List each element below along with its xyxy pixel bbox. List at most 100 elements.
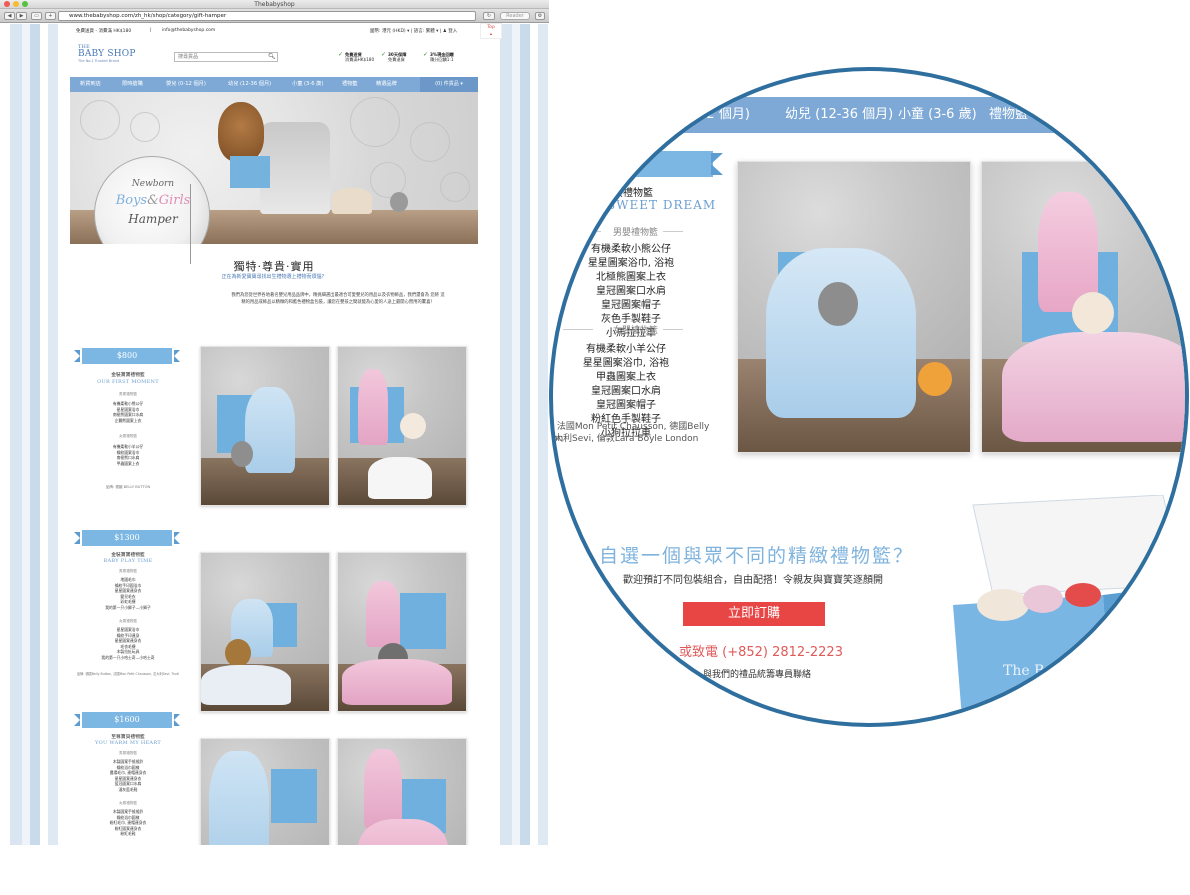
check-icon: ✓ [381, 51, 387, 58]
language-currency-login[interactable]: 國幣: 港元 (HKD) ▾ | 語言: 繁體 ▾ | ♟ 登入 [370, 28, 457, 34]
nav-baby[interactable]: 嬰兒 (0-12 個月) [166, 77, 206, 92]
price-ribbon: $1600 [74, 712, 180, 728]
price-ribbon: $800 [74, 348, 180, 364]
title-bar: Thebabyshop [0, 0, 549, 9]
settings-gear-icon[interactable]: ⚙ [535, 12, 545, 20]
page-content: 免費送貨 - 消費滿 HK$180 | info@thebabyshop.com… [70, 24, 478, 845]
hamper-section-1300: $1300 金裝寶寶禮物籃 BABY PLAY TIME 男嬰禮物籃 地圖毛巾條… [70, 526, 478, 712]
intro-text: 我們為您從世界各地著名嬰兒用品品牌中，精挑細選出最適合可愛嬰兒的用品以及衣物飾品… [231, 293, 445, 305]
hamper-english-title: BABY PLAY TIME [103, 558, 153, 564]
perk-free-shipping: ✓ 免費送貨 消費滿HK$180 [338, 51, 375, 63]
zoom-girl-hamper-label: 女嬰禮物籃 [613, 326, 659, 336]
girl-hamper-photo[interactable] [337, 738, 467, 845]
search-icon[interactable]: 🔍︎ [268, 52, 276, 62]
address-bar[interactable]: www.thebabyshop.com/zh_hk/shop/category/… [58, 11, 476, 21]
hero-toy [390, 192, 408, 212]
add-tab-icon[interactable]: + [45, 12, 56, 20]
check-icon: ✓ [338, 51, 344, 58]
zoom-hamper-title: 寶貝禮物籃 [603, 188, 653, 199]
phone-number[interactable]: 或致電 (+852) 2812-2223 [679, 641, 843, 660]
cart-button[interactable]: (0) 件貨品 ▾ [420, 77, 478, 92]
gift-box-image [230, 156, 270, 188]
check-icon: ✓ [423, 51, 429, 58]
zoom-boy-hamper-label: 男嬰禮物籃 [613, 228, 659, 238]
boy-hamper-photo[interactable] [200, 552, 330, 712]
custom-hamper-subtitle: 歡迎預訂不同包裝組合，自由配搭！令親友與寶寶笑逐顏開 [623, 575, 883, 586]
zoom-nav-gift-hamper[interactable]: 禮物籃 [989, 97, 1028, 133]
zoom-nav-baby[interactable]: 兒 (0-12 個月) [663, 97, 750, 133]
hero-banner: Newborn Boys&Girls Hamper [70, 92, 478, 244]
girl-item-list: 星星圖案浴巾 條紋手印連身 星星圖案連身衣 毛衣毛襪 木製拉扯玩具 我的第一只小哈士奇—小… [101, 627, 155, 660]
zoom-nav-kids[interactable]: 小童 (3-6 歲) [898, 97, 977, 133]
phone-separator-icon: | [150, 28, 152, 33]
free-shipping-notice: 免費送貨 - 消費滿 HK$180 [76, 29, 132, 34]
boy-hamper-photo[interactable] [200, 346, 330, 506]
zoom-magnifier: mper 兒 (0-12 個月) 幼兒 (12-36 個月) 小童 (3-6 歲… [549, 67, 1189, 727]
nav-new-arrivals[interactable]: 新貨到店 [80, 77, 101, 92]
zoom-boy-hamper-photo[interactable] [737, 161, 971, 453]
hamper-title: 金裝寶寶禮物籃 [111, 373, 145, 378]
boy-hamper-label: 男嬰禮物籃 [119, 392, 137, 396]
logo-tagline: The No.1 Trusted Brand [78, 59, 120, 63]
zoom-girl-hamper-photo[interactable] [981, 161, 1185, 453]
window-title: Thebabyshop [254, 1, 295, 8]
page-subheadline: 正在為新愛寶寶尋找出生禮物選上禮物而煩惱？ [221, 274, 327, 280]
zoom-brand-line2: 意大利Sevi, 倫敦Lara Boyle London [549, 434, 699, 444]
girl-hamper-photo[interactable] [337, 346, 467, 506]
nav-flash-sale[interactable]: 限時搶購 [122, 77, 143, 92]
hamper-title: 至尊寶貝禮物籃 [111, 735, 145, 740]
browser-window: Thebabyshop ◀ ▶ ▭ + www.thebabyshop.com/… [0, 0, 549, 845]
zoom-nav-toddler[interactable]: 幼兒 (12-36 個月) [785, 97, 893, 133]
contact-specialist-text: 與我們的禮品統籌專員聯絡 [703, 670, 812, 680]
zoom-content: mper 兒 (0-12 個月) 幼兒 (12-36 個月) 小童 (3-6 歲… [553, 71, 1185, 723]
nav-gift-hamper[interactable]: 禮物籃 [342, 77, 358, 92]
girl-item-list: 有機柔軟小羊公仔 條紋圖案浴巾 南極熊口水肩 甲蟲圖案上衣 [112, 444, 144, 466]
back-button[interactable]: ◀ [4, 12, 15, 20]
page-headline: 獨特·尊貴·實用 [233, 260, 315, 273]
browser-toolbar: ◀ ▶ ▭ + www.thebabyshop.com/zh_hk/shop/c… [0, 9, 549, 23]
nav-toddler[interactable]: 幼兒 (12-36 個月) [228, 77, 271, 92]
arrow-up-icon: ▴ [489, 32, 493, 37]
sidebar-icon[interactable]: ▭ [31, 12, 42, 20]
zoom-nav: 兒 (0-12 個月) 幼兒 (12-36 個月) 小童 (3-6 歲) 禮物籃 [553, 97, 1185, 133]
brand-line: 品牌: 德國 BELLY BUTTON [105, 485, 151, 489]
boy-hamper-photo[interactable] [200, 738, 330, 845]
hamper-english-title: OUR FIRST MOMENT [97, 379, 159, 385]
boy-item-list: 木製圖案手搖搖鈴 條紋浴巾圖樣 農場毛巾, 連帽連身衣 星星圖案連身衣 藍冠圖案口水肩淺… [109, 759, 147, 792]
girl-hamper-label: 女嬰禮物籃 [119, 434, 137, 438]
zoom-hamper-english-title: U SWEET DREAM [591, 198, 717, 212]
back-to-top-link[interactable]: Top ▴ [480, 23, 502, 39]
hamper-english-title: YOU WARM MY HEART [95, 740, 161, 746]
nav-kids[interactable]: 小童 (3-6 歲) [292, 77, 323, 92]
girl-hamper-label: 女嬰禮物籃 [119, 801, 137, 805]
open-gift-box-image: The Baby Shop [953, 495, 1184, 723]
box-brand-text: The Baby Shop [1003, 663, 1110, 679]
brand-line: 品牌: 德國Belly Button, 法國Mon Petit Chausson… [76, 672, 180, 676]
custom-hamper-title: 自選一個與眾不同的精緻禮物籃？ [599, 545, 915, 567]
hero-clothing [332, 188, 372, 214]
contact-email[interactable]: info@thebabyshop.com [162, 28, 215, 33]
composite-screenshot: Thebabyshop ◀ ▶ ▭ + www.thebabyshop.com/… [0, 0, 1190, 895]
reload-icon[interactable]: ↻ [483, 12, 495, 20]
perk-cashback: ✓ 3%現金回贈 積分回饋1:1 [423, 51, 454, 63]
reader-button[interactable]: Reader [500, 12, 530, 20]
teddy-bear-image [218, 102, 264, 162]
site-logo[interactable]: THE BABY SHOP The No.1 Trusted Brand [78, 45, 140, 67]
balloon-string [190, 184, 192, 264]
forward-button[interactable]: ▶ [16, 12, 27, 20]
nav-brands[interactable]: 精選品牌 [376, 77, 397, 92]
newborn-balloon: Newborn Boys&Girls Hamper [94, 156, 210, 244]
order-now-button[interactable]: 立即訂購 [683, 602, 825, 626]
girl-hamper-photo[interactable] [337, 552, 467, 712]
boy-hamper-label: 男嬰禮物籃 [119, 751, 137, 755]
main-nav: 新貨到店 限時搶購 嬰兒 (0-12 個月) 幼兒 (12-36 個月) 小童 … [70, 77, 478, 92]
boy-item-list: 地圖毛巾 條紋手印圖浴巾 星星圖案連身衣 嬰兒毛衣 彩虹毛襪 我的第一只小獅子—小獅子 [105, 577, 151, 610]
perk-30-day: ✓ 30天保障 免費退貨 [381, 51, 407, 63]
girl-item-list: 木製圖案手搖搖鈴 條紋浴巾圖樣 粉紅毛巾, 連帽連身衣 粉紅圖案連身衣 粉紅毛鞋 [109, 809, 147, 837]
url-text: www.thebabyshop.com/zh_hk/shop/category/… [69, 13, 227, 19]
search-placeholder: 搜尋貨品 [178, 54, 199, 60]
search-input[interactable]: 搜尋貨品 [174, 52, 278, 62]
girl-hamper-label: 女嬰禮物籃 [119, 619, 137, 623]
hamper-section-1600: $1600 至尊寶貝禮物籃 YOU WARM MY HEART 男嬰禮物籃 木製… [70, 708, 478, 845]
hamper-title: 金裝寶寶禮物籃 [111, 553, 145, 558]
